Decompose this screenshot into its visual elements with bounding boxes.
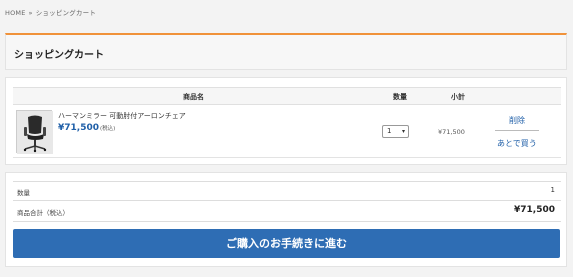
quantity-select-value: 1 [387, 127, 392, 135]
breadcrumb-separator: » [28, 9, 33, 17]
summary-quantity-label: 数量 [17, 189, 30, 197]
header-quantity: 数量 [393, 93, 407, 101]
page-title-box: ショッピングカート [5, 33, 567, 70]
breadcrumb-current: ショッピングカート [35, 9, 97, 17]
summary-total-label: 商品合計（税込） [17, 209, 69, 217]
header-product-name: 商品名 [183, 93, 204, 101]
tax-note: (税込) [100, 126, 116, 132]
office-chair-image [17, 111, 53, 154]
product-thumbnail[interactable] [16, 110, 53, 154]
product-price: ¥71,500(税込) [58, 123, 115, 133]
summary-total-value: ¥71,500 [514, 205, 555, 215]
product-price-value: ¥71,500 [58, 123, 99, 133]
page-title: ショッピングカート [14, 50, 104, 61]
header-subtotal: 小計 [451, 93, 465, 101]
action-divider [495, 130, 539, 131]
summary-divider [13, 200, 561, 201]
save-for-later-link[interactable]: あとで買う [497, 138, 537, 149]
product-name-link[interactable]: ハーマンミラー 可動肘付アーロンチェア [58, 111, 186, 121]
checkout-button[interactable]: ご購入のお手続きに進む [13, 229, 560, 258]
cart-panel: 商品名 数量 小計 ハーマンミラー 可動肘付アーロンチェア ¥71,500(税込… [5, 77, 567, 165]
delete-item-link[interactable]: 削除 [509, 115, 525, 126]
cart-table-header: 商品名 数量 小計 [13, 87, 561, 105]
chevron-down-icon: ▾ [401, 128, 405, 135]
summary-panel: 数量 1 商品合計（税込） ¥71,500 ご購入のお手続きに進む [5, 172, 567, 267]
summary-divider [13, 181, 561, 182]
summary-divider [13, 221, 561, 222]
item-subtotal: ¥71,500 [438, 128, 465, 136]
breadcrumb: HOME» ショッピングカート [5, 7, 96, 17]
quantity-select[interactable]: 1 ▾ [382, 125, 409, 138]
summary-quantity-value: 1 [550, 186, 555, 194]
row-divider [13, 157, 561, 158]
breadcrumb-home-link[interactable]: HOME [5, 9, 26, 17]
